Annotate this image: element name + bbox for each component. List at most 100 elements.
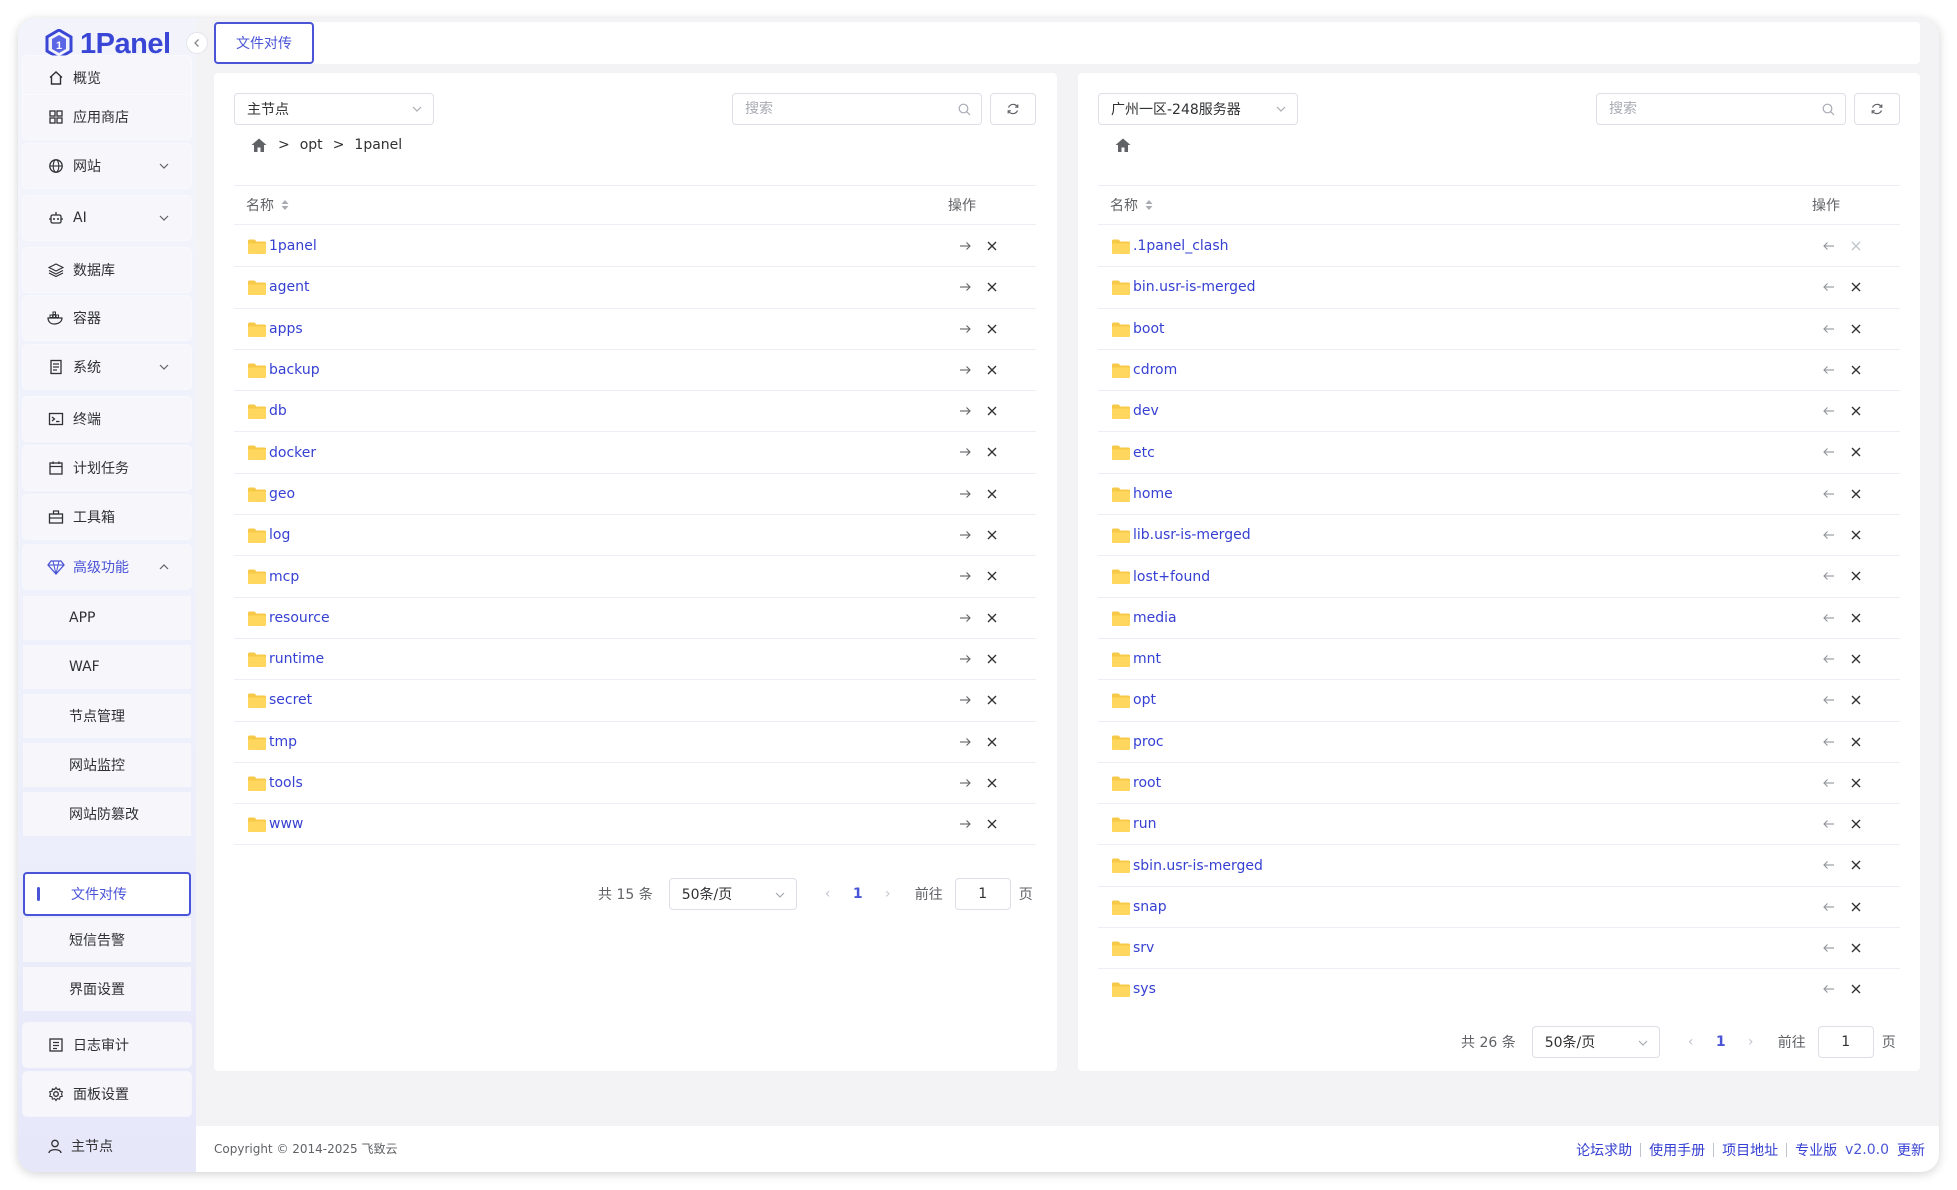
transfer-left-icon[interactable] [1822,982,1836,996]
transfer-right-icon[interactable] [958,487,972,501]
table-row[interactable]: lib.usr-is-merged [1098,515,1900,557]
file-name-link[interactable]: lost+found [1133,569,1210,585]
delete-icon[interactable] [1850,983,1862,995]
delete-icon[interactable] [1850,859,1862,871]
breadcrumb-item[interactable]: 1panel [354,137,402,153]
transfer-right-icon[interactable] [958,239,972,253]
delete-icon[interactable] [1850,612,1862,624]
transfer-right-icon[interactable] [958,569,972,583]
sidebar-sub-website-monitor[interactable]: 网站监控 [23,743,191,787]
search-input[interactable] [1609,101,1809,117]
table-row[interactable]: cdrom [1098,350,1900,392]
delete-icon[interactable] [986,694,998,706]
transfer-left-icon[interactable] [1822,404,1836,418]
delete-icon[interactable] [1850,364,1862,376]
table-row[interactable]: tmp [234,722,1036,763]
delete-icon[interactable] [1850,281,1862,293]
table-row[interactable]: opt [1098,680,1900,722]
file-name-link[interactable]: home [1133,486,1173,502]
sidebar-item-appstore[interactable]: 应用商店 [23,95,191,139]
sidebar-item-log-audit[interactable]: 日志审计 [23,1023,191,1067]
transfer-left-icon[interactable] [1822,363,1836,377]
sidebar-item-terminal[interactable]: 终端 [23,397,191,441]
table-row[interactable]: root [1098,763,1900,805]
transfer-left-icon[interactable] [1822,569,1836,583]
delete-icon[interactable] [1850,901,1862,913]
file-name-link[interactable]: secret [269,692,312,708]
sidebar-sub-node-management[interactable]: 节点管理 [23,694,191,738]
table-row[interactable]: agent [234,267,1036,309]
node-select[interactable]: 广州一区-248服务器 [1098,93,1298,125]
file-name-link[interactable]: geo [269,486,295,502]
transfer-right-icon[interactable] [958,280,972,294]
delete-icon[interactable] [1850,570,1862,582]
file-name-link[interactable]: root [1133,775,1161,791]
table-row[interactable]: runtime [234,639,1036,681]
transfer-right-icon[interactable] [958,322,972,336]
file-name-link[interactable]: srv [1133,940,1154,956]
column-name-header[interactable]: 名称 [1110,195,1154,215]
file-name-link[interactable]: sbin.usr-is-merged [1133,858,1263,874]
delete-icon[interactable] [1850,653,1862,665]
page-number[interactable]: 1 [1706,1034,1736,1050]
table-row[interactable]: resource [234,598,1036,639]
table-row[interactable]: db [234,391,1036,433]
file-name-link[interactable]: lib.usr-is-merged [1133,527,1251,543]
table-row[interactable]: proc [1098,722,1900,763]
delete-icon[interactable] [1850,818,1862,830]
file-name-link[interactable]: log [269,527,290,543]
file-name-link[interactable]: run [1133,816,1157,832]
search-field[interactable] [1596,93,1846,125]
file-name-link[interactable]: opt [1133,692,1156,708]
transfer-left-icon[interactable] [1822,445,1836,459]
project-link[interactable]: 项目地址 [1722,1140,1778,1160]
transfer-right-icon[interactable] [958,363,972,377]
delete-icon[interactable] [986,736,998,748]
transfer-left-icon[interactable] [1822,776,1836,790]
delete-icon[interactable] [1850,405,1862,417]
sidebar-sub-ui-settings[interactable]: 界面设置 [23,967,191,1011]
search-input[interactable] [745,101,945,117]
breadcrumb-item[interactable]: opt [300,137,323,153]
file-name-link[interactable]: tools [269,775,303,791]
transfer-right-icon[interactable] [958,445,972,459]
search-field[interactable] [732,93,982,125]
table-row[interactable]: run [1098,804,1900,846]
delete-icon[interactable] [1850,777,1862,789]
file-name-link[interactable]: agent [269,279,309,295]
table-row[interactable]: media [1098,598,1900,639]
file-name-link[interactable]: sys [1133,981,1156,997]
delete-icon[interactable] [986,446,998,458]
goto-page-input[interactable]: 1 [1817,1026,1874,1058]
transfer-right-icon[interactable] [958,528,972,542]
file-name-link[interactable]: tmp [269,734,297,750]
manual-link[interactable]: 使用手册 [1649,1140,1705,1160]
table-row[interactable]: sbin.usr-is-merged [1098,845,1900,887]
transfer-left-icon[interactable] [1822,528,1836,542]
table-row[interactable]: geo [234,474,1036,516]
delete-icon[interactable] [1850,694,1862,706]
transfer-left-icon[interactable] [1822,941,1836,955]
file-name-link[interactable]: bin.usr-is-merged [1133,279,1256,295]
delete-icon[interactable] [1850,240,1862,252]
transfer-left-icon[interactable] [1822,900,1836,914]
sidebar-item-website[interactable]: 网站 [23,144,191,188]
file-name-link[interactable]: snap [1133,899,1167,915]
delete-icon[interactable] [1850,529,1862,541]
table-row[interactable]: docker [234,432,1036,474]
sidebar-item-toolbox[interactable]: 工具箱 [23,495,191,539]
table-row[interactable]: mnt [1098,639,1900,681]
sidebar-sub-file-transfer[interactable]: 文件对传 [23,872,191,916]
prev-page-button[interactable]: ‹ [1676,1034,1706,1050]
transfer-left-icon[interactable] [1822,693,1836,707]
transfer-right-icon[interactable] [958,693,972,707]
table-row[interactable]: etc [1098,432,1900,474]
delete-icon[interactable] [986,323,998,335]
file-name-link[interactable]: apps [269,321,303,337]
column-name-header[interactable]: 名称 [246,195,290,215]
table-row[interactable]: apps [234,309,1036,350]
file-name-link[interactable]: resource [269,610,330,626]
file-name-link[interactable]: dev [1133,403,1159,419]
transfer-right-icon[interactable] [958,735,972,749]
transfer-right-icon[interactable] [958,817,972,831]
